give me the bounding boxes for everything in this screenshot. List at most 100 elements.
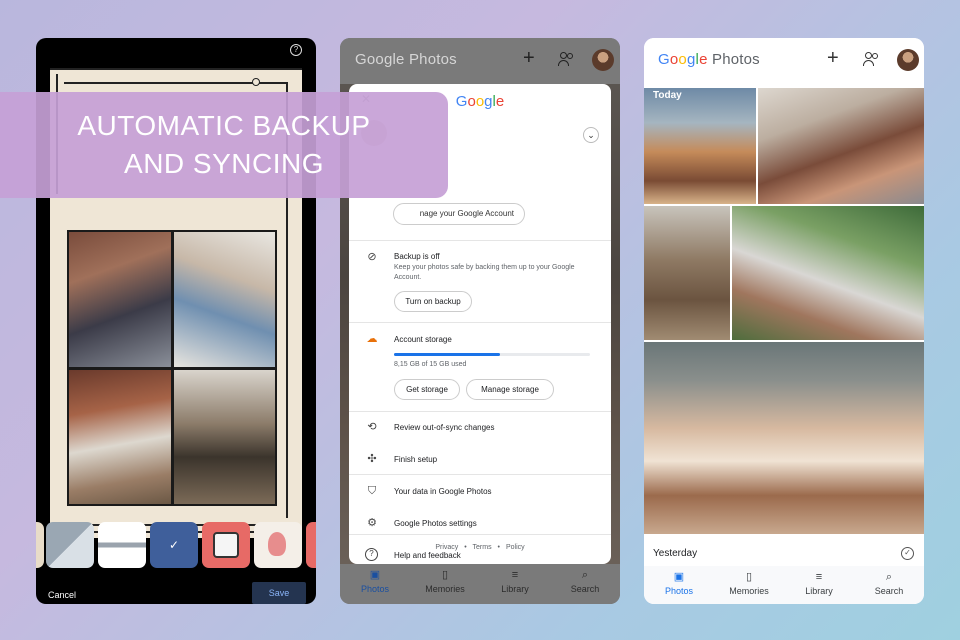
chevron-down-icon[interactable]: ⌄ [583, 127, 599, 143]
photo-icon: ▣ [369, 569, 381, 581]
search-icon: ⌕ [581, 569, 589, 581]
template-strip: ✓ [36, 522, 316, 568]
template-thumb[interactable] [306, 522, 316, 568]
logo-google-text: Google [355, 51, 405, 68]
menu-item-settings[interactable]: Google Photos settings [394, 519, 477, 528]
nav-label: Memories [425, 584, 465, 594]
storage-used-text: 8,15 GB of 15 GB used [394, 361, 467, 368]
divider [349, 534, 611, 535]
nav-memories[interactable]: ▯ Memories [714, 566, 784, 604]
storage-progress-fill [394, 353, 501, 356]
editor-bottom-bar: Cancel Save [36, 578, 316, 604]
nav-photos[interactable]: ▣ Photos [340, 564, 410, 604]
privacy-link[interactable]: Privacy [435, 544, 458, 551]
app-logo: Google Photos [355, 51, 457, 68]
divider [349, 474, 611, 475]
nav-search[interactable]: ⌕ Search [550, 564, 620, 604]
collage-photo[interactable] [69, 369, 171, 504]
menu-item-review-sync[interactable]: Review out-of-sync changes [394, 423, 495, 432]
nav-label: Search [570, 584, 600, 594]
cloud-off-icon: ⊘ [367, 251, 377, 263]
divider [349, 411, 611, 412]
check-icon: ✓ [168, 538, 180, 552]
footer-separator: • [464, 544, 467, 551]
logo-google-text: Google [658, 51, 708, 68]
photo-thumb[interactable] [644, 206, 730, 340]
bottom-nav: ▣ Photos ▯ Memories ≡ Library ⌕ Search [340, 564, 620, 604]
gear-icon[interactable]: ⚙ [365, 516, 379, 530]
template-thumb[interactable] [98, 522, 146, 568]
divider [349, 240, 611, 241]
nav-label: Search [874, 586, 904, 596]
pinwheel-icon[interactable]: ✣ [365, 452, 379, 466]
template-thumb[interactable] [254, 522, 302, 568]
add-icon[interactable]: + [523, 48, 535, 68]
save-button[interactable]: Save [252, 582, 306, 604]
get-storage-button[interactable]: Get storage [394, 379, 460, 400]
manage-storage-button[interactable]: Manage storage [466, 379, 554, 400]
nav-photos[interactable]: ▣ Photos [644, 566, 714, 604]
photo-thumb[interactable] [758, 88, 924, 204]
library-icon: ≡ [511, 569, 519, 581]
collage-grid[interactable] [67, 230, 277, 506]
backup-description: Keep your photos safe by backing them up… [394, 264, 575, 281]
sheet-footer: Privacy • Terms • Policy [349, 544, 611, 551]
terms-link[interactable]: Terms [473, 544, 492, 551]
nav-memories[interactable]: ▯ Memories [410, 564, 480, 604]
yesterday-label: Yesterday [653, 548, 698, 559]
headline-line-1: AUTOMATIC BACKUP [77, 110, 371, 141]
frame-border [50, 68, 302, 70]
template-thumb[interactable] [202, 522, 250, 568]
photo-thumb[interactable] [644, 342, 924, 534]
avatar[interactable] [592, 49, 614, 71]
cancel-button[interactable]: Cancel [48, 590, 76, 600]
nav-library[interactable]: ≡ Library [480, 564, 550, 604]
nav-library[interactable]: ≡ Library [784, 566, 854, 604]
headline-banner: AUTOMATIC BACKUP AND SYNCING [0, 92, 448, 198]
turn-on-backup-button[interactable]: Turn on backup [394, 291, 472, 312]
photo-thumb[interactable] [732, 206, 924, 340]
policy-link[interactable]: Policy [506, 544, 525, 551]
template-thumb[interactable] [36, 522, 44, 568]
frame-dot [252, 78, 260, 86]
avatar[interactable] [897, 49, 919, 71]
divider [349, 322, 611, 323]
google-logo-text: Google [455, 93, 505, 110]
today-label: Today [653, 90, 682, 101]
select-check-icon[interactable]: ✓ [901, 547, 914, 560]
storage-progress-bar [394, 353, 590, 356]
share-people-icon[interactable] [863, 52, 879, 66]
nav-label: Library [805, 586, 833, 596]
template-thumb-selected[interactable]: ✓ [150, 522, 198, 568]
memories-icon: ▯ [441, 569, 449, 581]
logo-photos-text: Photos [408, 51, 457, 68]
app-logo: Google Photos [658, 51, 760, 68]
collage-photo[interactable] [69, 232, 171, 367]
menu-item-help[interactable]: Help and feedback [394, 551, 461, 560]
flower-icon [268, 532, 286, 556]
sparkle-frame-icon [213, 532, 239, 558]
shield-icon[interactable]: ⛉ [365, 484, 379, 498]
menu-item-finish-setup[interactable]: Finish setup [394, 455, 437, 464]
memories-icon: ▯ [745, 571, 753, 583]
photo-thumb[interactable] [644, 88, 756, 204]
logo-photos-text: Photos [711, 51, 760, 68]
collage-photo[interactable] [173, 232, 275, 367]
collage-photo[interactable] [173, 369, 275, 504]
menu-item-your-data[interactable]: Your data in Google Photos [394, 487, 492, 496]
nav-label: Library [501, 584, 529, 594]
share-people-icon[interactable] [558, 52, 574, 66]
manage-account-button[interactable]: nage your Google Account [393, 203, 525, 225]
nav-search[interactable]: ⌕ Search [854, 566, 924, 604]
storage-title: Account storage [394, 335, 452, 344]
app-top-bar: Google Photos + [340, 38, 620, 84]
template-thumb[interactable] [46, 522, 94, 568]
app-top-bar: Google Photos + [644, 38, 924, 84]
help-icon[interactable]: ? [290, 44, 302, 56]
backup-title: Backup is off [394, 252, 440, 261]
add-icon[interactable]: + [827, 48, 839, 68]
nav-label: Memories [729, 586, 769, 596]
search-icon: ⌕ [885, 571, 893, 583]
headline-line-2: AND SYNCING [124, 148, 324, 179]
sync-icon[interactable]: ⟲ [365, 420, 379, 434]
